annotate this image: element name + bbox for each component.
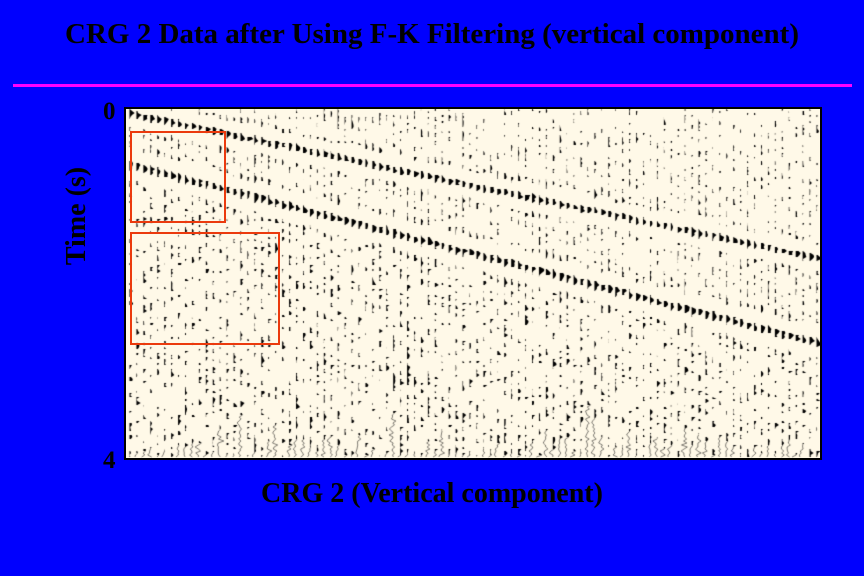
- slide-title: CRG 2 Data after Using F-K Filtering (ve…: [0, 18, 864, 51]
- y-axis-label: Time (s): [61, 167, 93, 265]
- highlight-box-lower: [130, 232, 280, 345]
- highlight-box-upper: [130, 131, 226, 223]
- x-axis-label: CRG 2 (Vertical component): [0, 478, 864, 510]
- y-tick-top: 0: [103, 98, 116, 126]
- title-underline: [13, 84, 852, 87]
- y-tick-bottom: 4: [103, 447, 116, 475]
- seismic-plot: [124, 107, 822, 460]
